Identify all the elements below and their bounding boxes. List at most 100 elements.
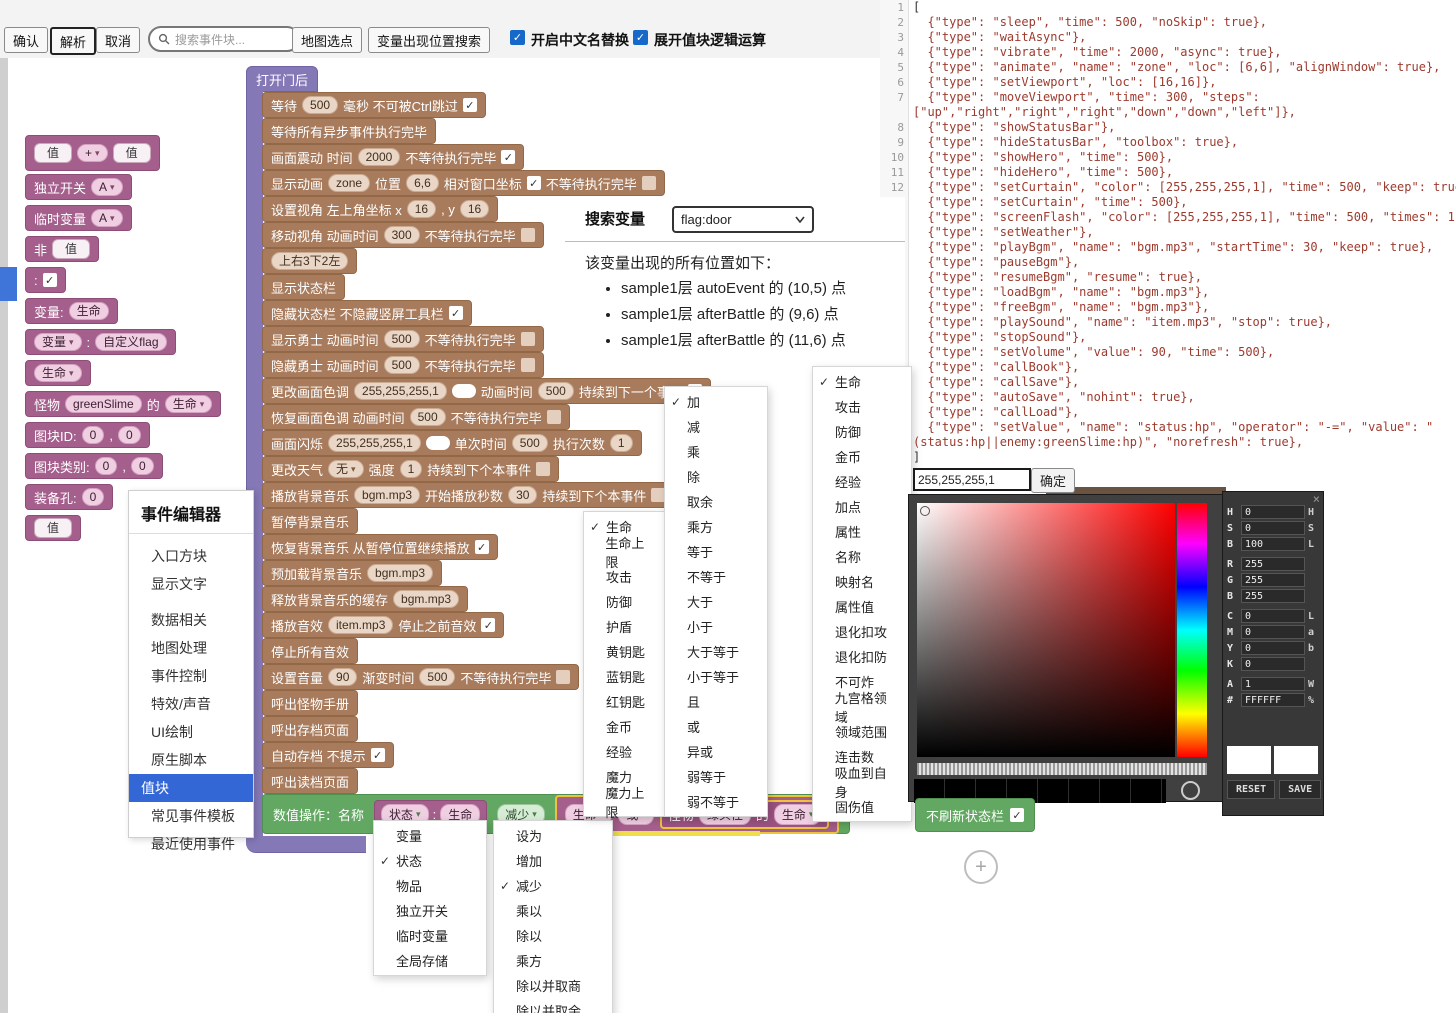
- menu-item[interactable]: 除以并取商: [494, 973, 612, 998]
- variable-location-search-button[interactable]: 变量出现位置搜索: [368, 27, 490, 53]
- sidebar-item-常见事件模板[interactable]: 常见事件模板: [129, 802, 253, 830]
- block-field[interactable]: 500: [302, 96, 338, 114]
- sidebar-item-值块[interactable]: 值块: [129, 774, 253, 802]
- field-value[interactable]: 1: [1241, 677, 1305, 691]
- block-field[interactable]: 0: [131, 457, 154, 475]
- block-dropdown[interactable]: +▾: [77, 144, 108, 162]
- flyout-block[interactable]: 独立开关A▾: [25, 174, 132, 200]
- block-checkbox[interactable]: ✓: [43, 273, 57, 287]
- block-checkbox[interactable]: [536, 462, 550, 476]
- stack-block[interactable]: 隐藏状态栏 不隐藏竖屏工具栏✓: [262, 300, 472, 326]
- block-field[interactable]: 0: [95, 457, 118, 475]
- flyout-block[interactable]: 装备孔:0: [25, 484, 113, 510]
- menu-item[interactable]: 护盾: [584, 614, 668, 639]
- field-value[interactable]: 0: [1241, 657, 1305, 671]
- stack-block[interactable]: 停止所有音效: [262, 638, 358, 664]
- block-dropdown[interactable]: 生命▾: [165, 395, 213, 413]
- flyout-block[interactable]: 变量▾:自定义flag: [25, 329, 176, 355]
- block-field[interactable]: 16: [407, 200, 436, 218]
- block-dropdown[interactable]: A▾: [91, 209, 123, 227]
- block-field[interactable]: 2000: [358, 148, 401, 166]
- value-slot[interactable]: 值: [113, 143, 151, 163]
- stack-block[interactable]: 呼出存档页面: [262, 716, 358, 742]
- menu-item[interactable]: ✓状态: [374, 848, 486, 873]
- workspace-zoom-control[interactable]: +: [964, 850, 998, 884]
- stack-block[interactable]: 设置音量90渐变时间500不等待执行完毕: [262, 664, 579, 690]
- stack-block[interactable]: 画面震动 时间2000不等待执行完毕✓: [262, 144, 524, 170]
- menu-item[interactable]: 九宫格领域: [813, 694, 911, 719]
- stack-block[interactable]: 更改天气无▾强度1持续到下个本事件: [262, 456, 559, 482]
- menu-item[interactable]: 临时变量: [374, 923, 486, 948]
- code-editor[interactable]: 1[2 {"type": "sleep", "time": 500, "noSk…: [880, 0, 1456, 470]
- block-dropdown[interactable]: 生命▾: [34, 364, 82, 382]
- stack-block[interactable]: 播放音效item.mp3停止之前音效✓: [262, 612, 504, 638]
- block-field[interactable]: 1: [610, 434, 633, 452]
- menu-item[interactable]: 弱等于: [665, 764, 767, 789]
- value-slot[interactable]: 值: [52, 239, 90, 259]
- flyout-block[interactable]: 值+▾值: [25, 135, 160, 171]
- sidebar-item-UI绘制[interactable]: UI绘制: [129, 718, 253, 746]
- stack-block[interactable]: 隐藏勇士 动画时间500不等待执行完毕: [262, 352, 544, 378]
- menu-item[interactable]: ✓生命: [813, 369, 911, 394]
- field-value[interactable]: 100: [1241, 537, 1305, 551]
- menu-item[interactable]: 且: [665, 689, 767, 714]
- sidebar-item-地图处理[interactable]: 地图处理: [129, 634, 253, 662]
- block-field[interactable]: greenSlime: [65, 395, 142, 413]
- saturation-value-field[interactable]: [917, 503, 1175, 757]
- menu-item[interactable]: 变量: [374, 823, 486, 848]
- field-value[interactable]: 0: [1241, 521, 1305, 535]
- sidebar-item-最近使用事件[interactable]: 最近使用事件: [129, 830, 253, 858]
- save-button[interactable]: SAVE: [1279, 780, 1321, 799]
- menu-item[interactable]: 退化扣防: [813, 644, 911, 669]
- flyout-block[interactable]: 生命▾: [25, 360, 91, 386]
- menu-item[interactable]: 魔力上限: [584, 789, 668, 814]
- confirm-button[interactable]: 确认: [4, 27, 48, 53]
- menu-item[interactable]: 取余: [665, 489, 767, 514]
- block-field[interactable]: 16: [460, 200, 489, 218]
- menu-item[interactable]: 金币: [584, 714, 668, 739]
- block-field[interactable]: 自定义flag: [95, 333, 166, 351]
- block-checkbox[interactable]: [547, 410, 561, 424]
- stack-block[interactable]: 播放背景音乐bgm.mp3开始播放秒数30持续到下个本事件: [262, 482, 674, 508]
- sidebar-item-特效/声音[interactable]: 特效/声音: [129, 690, 253, 718]
- menu-item[interactable]: 乘方: [665, 514, 767, 539]
- cancel-button[interactable]: 取消: [96, 27, 140, 53]
- parse-button[interactable]: 解析: [50, 27, 96, 55]
- block-field[interactable]: bgm.mp3: [367, 564, 433, 582]
- block-field[interactable]: 6,6: [406, 174, 439, 192]
- block-field[interactable]: item.mp3: [328, 616, 393, 634]
- menu-item[interactable]: 名称: [813, 544, 911, 569]
- field-mode-label[interactable]: S: [1308, 523, 1319, 534]
- stack-block[interactable]: 呼出怪物手册: [262, 690, 358, 716]
- block-field[interactable]: 500: [419, 668, 455, 686]
- field-value[interactable]: 0: [1241, 625, 1305, 639]
- menu-item[interactable]: 小于等于: [665, 664, 767, 689]
- block-checkbox[interactable]: ✓: [371, 748, 385, 762]
- flyout-block[interactable]: :✓: [25, 267, 66, 293]
- field-value[interactable]: 0: [1241, 609, 1305, 623]
- left-scrollbar-track[interactable]: [0, 0, 8, 1013]
- field-value[interactable]: 255: [1241, 557, 1305, 571]
- search-input[interactable]: 搜索事件块...: [148, 26, 300, 52]
- menu-item[interactable]: 经验: [584, 739, 668, 764]
- menu-item[interactable]: 防御: [584, 589, 668, 614]
- menu-item[interactable]: 映射名: [813, 569, 911, 594]
- hue-slider[interactable]: [1177, 503, 1207, 757]
- sidebar-item-数据相关[interactable]: 数据相关: [129, 606, 253, 634]
- norefresh-statusbar-option[interactable]: 不刷新状态栏 ✓: [915, 798, 1035, 832]
- stack-block[interactable]: 显示动画zone位置6,6相对窗口坐标✓不等待执行完毕: [262, 170, 665, 196]
- flyout-block[interactable]: 图块ID:0,0: [25, 422, 150, 448]
- block-dropdown[interactable]: A▾: [91, 178, 123, 196]
- block-field[interactable]: 500: [384, 356, 420, 374]
- stack-block[interactable]: 等待所有异步事件执行完毕: [262, 118, 436, 144]
- stack-block[interactable]: 恢复画面色调 动画时间500不等待执行完毕: [262, 404, 570, 430]
- field-value[interactable]: 0: [1241, 641, 1305, 655]
- block-checkbox[interactable]: ✓: [501, 150, 515, 164]
- menu-item[interactable]: 退化扣攻: [813, 619, 911, 644]
- stack-block[interactable]: 设置视角 左上角坐标 x16, y16: [262, 196, 498, 222]
- field-value[interactable]: 255: [1241, 573, 1305, 587]
- block-field[interactable]: 500: [538, 382, 574, 400]
- sv-handle[interactable]: [920, 506, 930, 516]
- stack-block[interactable]: 显示勇士 动画时间500不等待执行完毕: [262, 326, 544, 352]
- reset-button[interactable]: RESET: [1227, 780, 1275, 799]
